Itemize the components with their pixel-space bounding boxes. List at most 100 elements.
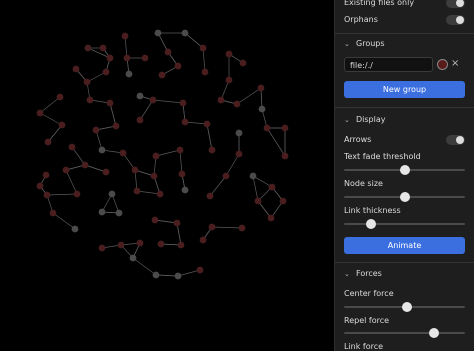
node-size-slider[interactable] (344, 192, 465, 202)
graph-node[interactable] (203, 120, 211, 128)
graph-node[interactable] (176, 146, 184, 154)
graph-node[interactable] (225, 76, 233, 84)
graph-node[interactable] (119, 149, 127, 157)
graph-node[interactable] (199, 236, 207, 244)
new-group-button[interactable]: New group (344, 81, 465, 98)
graph-node[interactable] (233, 100, 241, 108)
graph-node[interactable] (181, 29, 189, 37)
graph-node[interactable] (258, 105, 266, 113)
slider-thumb[interactable] (399, 192, 410, 202)
graph-node[interactable] (235, 150, 243, 158)
graph-node[interactable] (177, 241, 185, 249)
graph-node[interactable] (98, 244, 106, 252)
graph-node[interactable] (279, 197, 287, 205)
graph-node[interactable] (179, 99, 187, 107)
existing-files-only-toggle[interactable] (446, 0, 465, 8)
graph-node[interactable] (44, 138, 52, 146)
slider-thumb[interactable] (428, 328, 439, 338)
graph-node[interactable] (108, 190, 116, 198)
graph-node[interactable] (123, 54, 131, 62)
graph-node[interactable] (217, 96, 225, 104)
graph-node[interactable] (239, 59, 247, 67)
graph-node[interactable] (112, 122, 120, 130)
graph-node[interactable] (268, 183, 276, 191)
graph-node[interactable] (133, 187, 141, 195)
graph-node[interactable] (178, 170, 186, 178)
graph-node[interactable] (164, 48, 172, 56)
graph-node[interactable] (152, 152, 160, 160)
display-section-header[interactable]: ⌄ Display (335, 114, 474, 128)
graph-node[interactable] (181, 186, 189, 194)
graph-node[interactable] (156, 190, 164, 198)
graph-node[interactable] (281, 152, 289, 160)
group-color-swatch[interactable] (437, 59, 448, 70)
graph-node[interactable] (158, 71, 166, 79)
graph-node[interactable] (225, 50, 233, 58)
link-thickness-slider[interactable] (344, 219, 465, 229)
graph-node[interactable] (92, 126, 100, 134)
graph-node[interactable] (98, 146, 106, 154)
graph-node[interactable] (141, 54, 149, 62)
graph-node[interactable] (196, 266, 204, 274)
slider-thumb[interactable] (399, 165, 410, 175)
graph-node[interactable] (238, 224, 246, 232)
graph-node[interactable] (43, 191, 51, 199)
graph-node[interactable] (136, 239, 144, 247)
graph-node[interactable] (86, 96, 94, 104)
graph-node[interactable] (136, 92, 144, 100)
graph-node[interactable] (84, 44, 92, 52)
graph-node[interactable] (49, 209, 57, 217)
graph-node[interactable] (257, 84, 265, 92)
graph-node[interactable] (71, 225, 79, 233)
graph-node[interactable] (173, 219, 181, 227)
graph-node[interactable] (36, 109, 44, 117)
graph-node[interactable] (249, 172, 257, 180)
graph-view[interactable] (0, 0, 334, 351)
graph-node[interactable] (102, 68, 110, 76)
graph-node[interactable] (83, 78, 91, 86)
slider-thumb[interactable] (401, 302, 412, 312)
graph-node[interactable] (174, 272, 182, 280)
graph-node[interactable] (263, 124, 271, 132)
graph-node[interactable] (115, 209, 123, 217)
graph-node[interactable] (131, 166, 139, 174)
graph-node[interactable] (149, 96, 157, 104)
graph-node[interactable] (117, 241, 125, 249)
arrows-toggle[interactable] (446, 135, 465, 145)
repel-force-slider[interactable] (344, 328, 465, 338)
graph-node[interactable] (136, 116, 144, 124)
slider-thumb[interactable] (365, 219, 376, 229)
graph-node[interactable] (199, 44, 207, 52)
graph-node[interactable] (72, 65, 80, 73)
graph-node[interactable] (106, 54, 114, 62)
graph-node[interactable] (129, 254, 137, 262)
graph-node[interactable] (154, 29, 162, 37)
forces-section-header[interactable]: ⌄ Forces (335, 268, 474, 282)
graph-node[interactable] (102, 168, 110, 176)
graph-node[interactable] (222, 172, 230, 180)
close-icon[interactable]: × (451, 57, 459, 71)
orphans-toggle[interactable] (446, 15, 465, 25)
graph-node[interactable] (56, 93, 64, 101)
group-query-input[interactable]: file:/./ (344, 57, 433, 72)
graph-node[interactable] (58, 121, 66, 129)
graph-node[interactable] (254, 197, 262, 205)
graph-node[interactable] (106, 99, 114, 107)
graph-node[interactable] (68, 143, 76, 151)
graph-node[interactable] (281, 124, 289, 132)
graph-node[interactable] (62, 166, 70, 174)
center-force-slider[interactable] (344, 302, 465, 312)
graph-node[interactable] (208, 146, 216, 154)
graph-node[interactable] (206, 192, 214, 200)
graph-node[interactable] (36, 182, 44, 190)
graph-node[interactable] (152, 271, 160, 279)
graph-node[interactable] (208, 223, 216, 231)
graph-node[interactable] (181, 118, 189, 126)
graph-node[interactable] (81, 161, 89, 169)
graph-node[interactable] (157, 240, 165, 248)
graph-node[interactable] (125, 70, 133, 78)
groups-section-header[interactable]: ⌄ Groups (335, 38, 474, 52)
graph-node[interactable] (151, 216, 159, 224)
graph-node[interactable] (98, 208, 106, 216)
graph-node[interactable] (267, 214, 275, 222)
